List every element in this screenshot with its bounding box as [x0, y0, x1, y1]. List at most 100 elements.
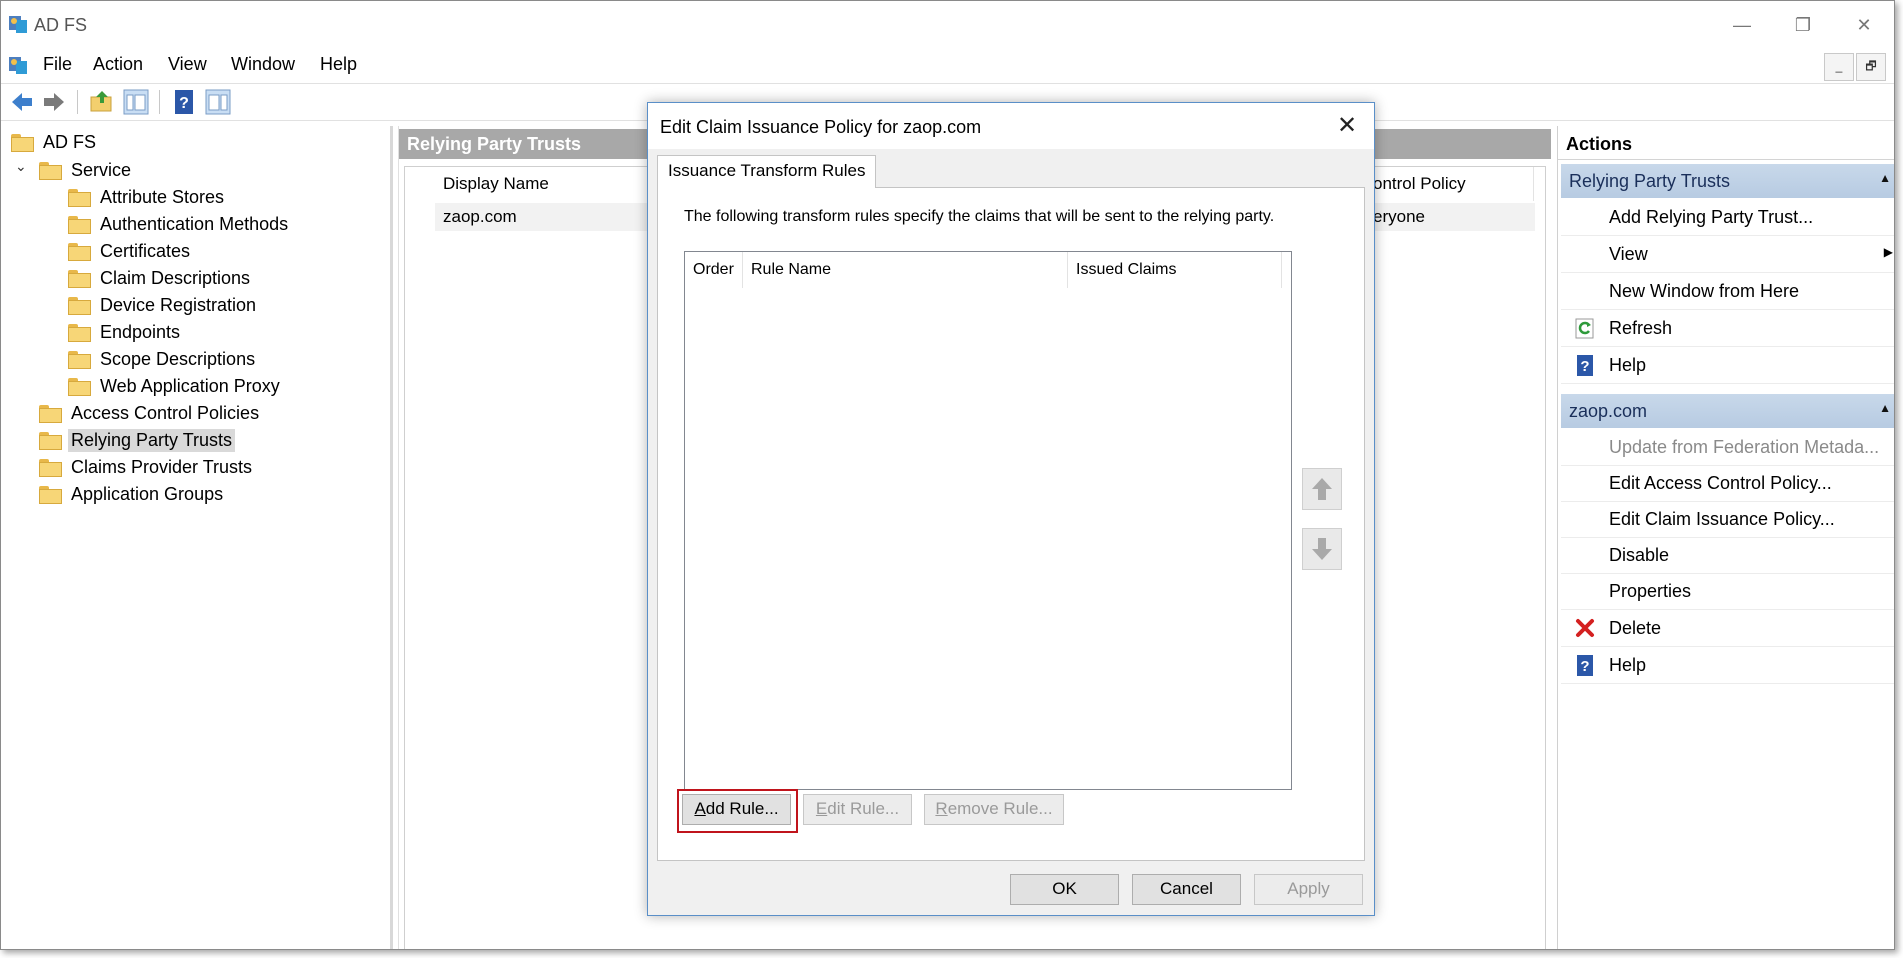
- column-display-name[interactable]: Display Name: [435, 167, 654, 201]
- rules-description: The following transform rules specify th…: [684, 208, 1275, 225]
- column-order[interactable]: Order: [685, 252, 743, 288]
- title-bar: AD FS — ❐ ✕: [1, 1, 1894, 49]
- tab-issuance-transform-rules[interactable]: Issuance Transform Rules: [657, 155, 877, 188]
- edit-claim-issuance-policy-dialog: Edit Claim Issuance Policy for zaop.com …: [647, 102, 1375, 916]
- folder-icon: [68, 296, 91, 315]
- action-edit-claim-issuance-policy[interactable]: Edit Claim Issuance Policy...: [1561, 501, 1894, 538]
- column-issued-claims[interactable]: Issued Claims: [1068, 252, 1282, 288]
- tree-node-web-application-proxy[interactable]: Web Application Proxy: [68, 374, 283, 398]
- show-hide-tree-icon[interactable]: [123, 89, 149, 115]
- folder-icon: [68, 323, 91, 342]
- chevron-down-icon[interactable]: ⌄: [15, 158, 27, 175]
- help-icon: ?: [1577, 355, 1593, 376]
- action-help-zaop[interactable]: ? Help: [1561, 647, 1894, 684]
- action-properties[interactable]: Properties: [1561, 573, 1894, 610]
- dialog-title: Edit Claim Issuance Policy for zaop.com: [660, 117, 982, 137]
- arrow-down-icon: [1312, 538, 1332, 560]
- menu-help[interactable]: Help: [320, 54, 357, 75]
- row-display-name: zaop.com: [443, 207, 517, 226]
- delete-icon: [1576, 619, 1594, 637]
- forward-arrow-icon[interactable]: [41, 89, 67, 115]
- window-title: AD FS: [34, 15, 88, 35]
- tree-node-scope-descriptions[interactable]: Scope Descriptions: [68, 347, 258, 371]
- move-up-button[interactable]: [1302, 468, 1342, 510]
- menu-bar: File Action View Window Help: [1, 49, 1894, 81]
- action-refresh[interactable]: Refresh: [1561, 310, 1894, 347]
- folder-icon: [68, 350, 91, 369]
- refresh-icon: [1575, 318, 1594, 339]
- tree-node-application-groups[interactable]: Application Groups: [39, 482, 226, 506]
- tree-node-service[interactable]: Service: [39, 158, 134, 182]
- help-icon: ?: [1577, 655, 1593, 676]
- tree-node-access-control-policies[interactable]: Access Control Policies: [39, 401, 262, 425]
- tree-node-device-registration[interactable]: Device Registration: [68, 293, 259, 317]
- actions-section-zaop-com[interactable]: zaop.com ▲: [1561, 394, 1894, 428]
- action-edit-access-control-policy[interactable]: Edit Access Control Policy...: [1561, 465, 1894, 502]
- collapse-caret-icon[interactable]: ▲: [1879, 171, 1891, 185]
- apply-button[interactable]: Apply: [1254, 874, 1363, 905]
- actions-pane-title: Actions: [1558, 129, 1894, 160]
- up-folder-icon[interactable]: [89, 89, 115, 115]
- console-icon: [9, 57, 27, 74]
- action-update-from-federation-metadata[interactable]: Update from Federation Metada...: [1561, 429, 1894, 466]
- back-arrow-icon[interactable]: [9, 89, 35, 115]
- collapse-caret-icon[interactable]: ▲: [1879, 401, 1891, 415]
- folder-icon: [39, 404, 62, 423]
- action-help[interactable]: ? Help: [1561, 347, 1894, 384]
- tree-node-relying-party-trusts[interactable]: Relying Party Trusts: [39, 428, 236, 452]
- menu-window[interactable]: Window: [231, 54, 295, 75]
- show-hide-action-pane-icon[interactable]: [205, 89, 231, 115]
- restore-button[interactable]: ❐: [1783, 11, 1823, 39]
- dialog-title-bar: Edit Claim Issuance Policy for zaop.com …: [648, 103, 1374, 149]
- folder-icon: [39, 458, 62, 477]
- ok-button[interactable]: OK: [1010, 874, 1119, 905]
- mmc-window: AD FS — ❐ ✕ File Action View Window Help…: [0, 0, 1895, 950]
- tree-node-claims-provider-trusts[interactable]: Claims Provider Trusts: [39, 455, 255, 479]
- dialog-close-button[interactable]: ✕: [1330, 111, 1364, 141]
- rules-list[interactable]: Order Rule Name Issued Claims: [684, 251, 1292, 790]
- menu-view[interactable]: View: [168, 54, 207, 75]
- mdi-restore-button[interactable]: 🗗: [1856, 53, 1886, 81]
- mdi-minimize-button[interactable]: _: [1824, 53, 1854, 81]
- svg-text:?: ?: [1580, 658, 1589, 675]
- tree-node-endpoints[interactable]: Endpoints: [68, 320, 183, 344]
- action-delete[interactable]: Delete: [1561, 610, 1894, 647]
- mdi-controls: _ 🗗: [1824, 53, 1894, 81]
- remove-rule-button[interactable]: Remove Rule...: [924, 794, 1064, 825]
- submenu-arrow-icon: ▶: [1883, 245, 1893, 259]
- tree-node-claim-descriptions[interactable]: Claim Descriptions: [68, 266, 253, 290]
- column-access-control-policy[interactable]: ontrol Policy: [1365, 167, 1534, 201]
- tab-panel: The following transform rules specify th…: [657, 187, 1365, 861]
- svg-text:?: ?: [179, 95, 189, 112]
- menu-file[interactable]: File: [43, 54, 72, 75]
- action-add-relying-party-trust[interactable]: Add Relying Party Trust...: [1561, 199, 1894, 236]
- close-window-button[interactable]: ✕: [1844, 11, 1884, 39]
- action-new-window-from-here[interactable]: New Window from Here: [1561, 273, 1894, 310]
- folder-icon: [39, 485, 62, 504]
- actions-section-relying-party-trusts[interactable]: Relying Party Trusts ▲: [1561, 164, 1894, 198]
- help-icon[interactable]: ?: [171, 89, 197, 115]
- actions-pane: Actions Relying Party Trusts ▲ Add Relyi…: [1557, 126, 1894, 949]
- tree-node-attribute-stores[interactable]: Attribute Stores: [68, 185, 227, 209]
- add-rule-button[interactable]: Add Rule...: [682, 794, 791, 825]
- arrow-up-icon: [1312, 478, 1332, 500]
- row-access-control-policy: eryone: [1373, 207, 1425, 226]
- column-rule-name[interactable]: Rule Name: [743, 252, 1068, 288]
- action-disable[interactable]: Disable: [1561, 537, 1894, 574]
- tree-node-certificates[interactable]: Certificates: [68, 239, 193, 263]
- action-view[interactable]: View ▶: [1561, 236, 1894, 273]
- folder-icon: [39, 161, 62, 180]
- move-down-button[interactable]: [1302, 528, 1342, 570]
- folder-icon: [39, 431, 62, 450]
- console-tree: AD FS ⌄ Service Attribute Stores Authent…: [1, 126, 393, 949]
- minimize-button[interactable]: —: [1722, 11, 1762, 39]
- folder-icon: [68, 377, 91, 396]
- toolbar-separator: [77, 90, 78, 114]
- folder-icon: [68, 242, 91, 261]
- tree-node-adfs[interactable]: AD FS: [11, 130, 99, 154]
- edit-rule-button[interactable]: Edit Rule...: [803, 794, 912, 825]
- menu-action[interactable]: Action: [93, 54, 143, 75]
- svg-text:?: ?: [1580, 358, 1589, 375]
- tree-node-authentication-methods[interactable]: Authentication Methods: [68, 212, 291, 236]
- cancel-button[interactable]: Cancel: [1132, 874, 1241, 905]
